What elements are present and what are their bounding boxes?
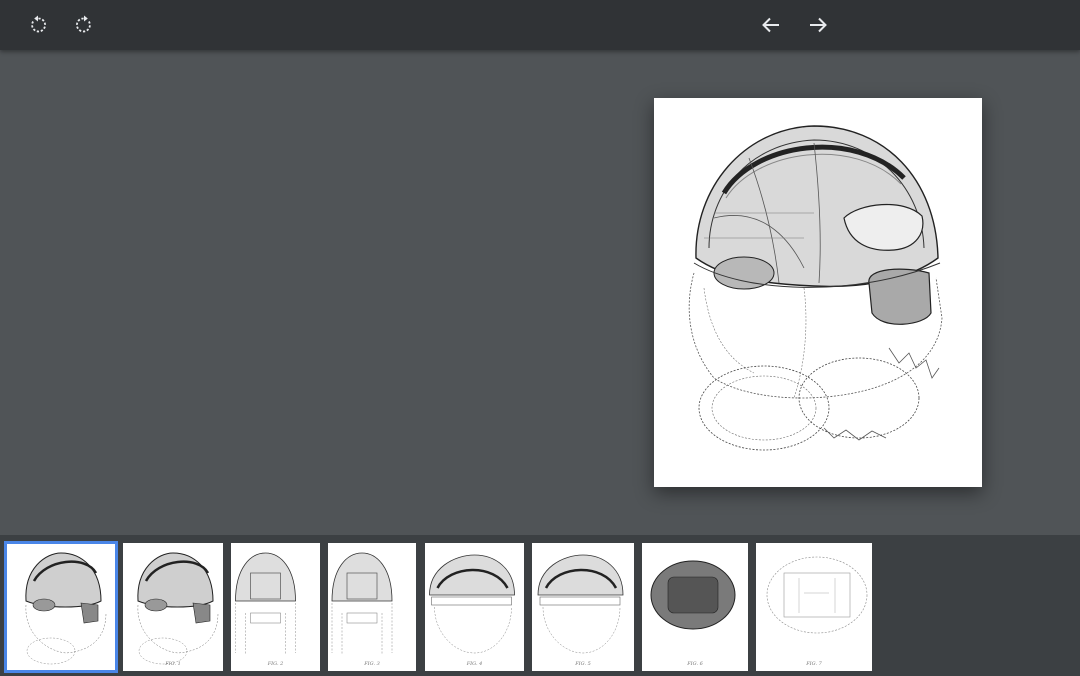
thumbnail-caption: FIG. 5 (575, 661, 591, 667)
thumbnail-caption: FIG. 3 (364, 661, 380, 667)
thumbnail-image (331, 552, 393, 655)
thumbnail-image (235, 552, 296, 655)
rotate-counterclockwise-icon (31, 15, 46, 33)
thumbnail-image (25, 552, 107, 665)
viewer-toolbar (0, 0, 1080, 50)
rotate-right-button[interactable] (68, 9, 100, 41)
thumbnail-image (137, 552, 219, 665)
arrow-right-icon (810, 17, 827, 33)
thumbnail-image (650, 560, 736, 630)
rotate-left-button[interactable] (22, 9, 54, 41)
previous-page-button[interactable] (755, 9, 787, 41)
current-page (654, 98, 982, 487)
page-thumbnail[interactable]: FIG. 6 (642, 543, 748, 671)
page-thumbnail[interactable]: FIG. 4 (425, 543, 524, 671)
thumbnail-caption: FIG. 7 (806, 661, 822, 667)
page-thumbnail[interactable]: FIG. 5 (532, 543, 634, 671)
thumbnail-caption: FIG. 4 (466, 661, 483, 667)
page-thumbnail[interactable] (4, 541, 118, 673)
page-thumbnail[interactable]: FIG. 7 (756, 543, 872, 671)
page-thumbnail[interactable]: FIG. 1 (123, 543, 223, 671)
page-thumbnail[interactable]: FIG. 2 (231, 543, 320, 671)
page-thumbnail[interactable]: FIG. 3 (328, 543, 416, 671)
thumbnail-strip: FIG. 1 FIG. 2 FIG. 3 FIG. 4 FIG. 5 FIG. 6 FIG.… (0, 535, 1080, 676)
thumbnail-image (766, 556, 868, 634)
thumbnail-caption: FIG. 1 (165, 661, 181, 667)
thumbnail-image (429, 554, 515, 654)
next-page-button[interactable] (802, 9, 834, 41)
document-stage (0, 50, 1080, 535)
rotate-clockwise-icon (76, 15, 91, 33)
thumbnail-image (537, 554, 624, 654)
thumbnail-caption: FIG. 6 (687, 661, 703, 667)
arrow-left-icon (762, 17, 779, 33)
thumbnail-caption: FIG. 2 (267, 661, 284, 667)
helmet-drawing-image (688, 125, 943, 451)
